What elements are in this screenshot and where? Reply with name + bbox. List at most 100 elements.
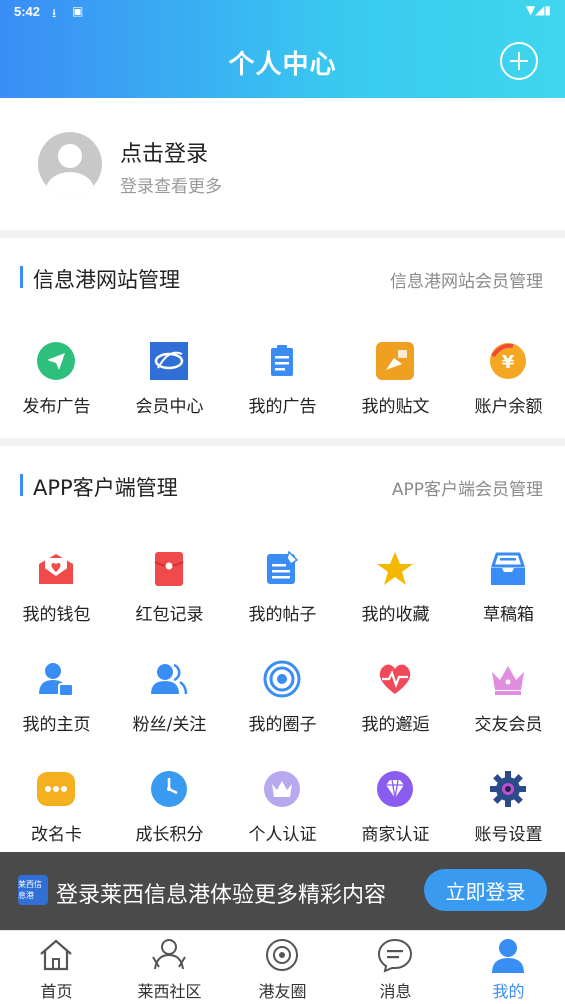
grid-item-inbox-tray[interactable]: 草稿箱	[452, 522, 565, 632]
grid-item-label: 我的邂逅	[361, 715, 430, 735]
grid-item-red-packet[interactable]: 红包记录	[113, 522, 226, 632]
section-title: APP客户端管理	[33, 476, 178, 500]
section-accent-bar	[20, 266, 23, 288]
community-icon	[151, 937, 187, 973]
grid-item-label: 成长积分	[135, 825, 204, 845]
red-packet-icon	[150, 550, 188, 588]
page-title: 个人中心	[228, 50, 337, 80]
diamond-icon	[376, 770, 414, 808]
add-button[interactable]	[500, 42, 538, 80]
download-icon: ⭳	[52, 6, 57, 20]
section-header: 信息港网站管理 信息港网站会员管理	[0, 238, 565, 314]
grid-item-label: 商家认证	[361, 825, 430, 845]
login-subtitle: 登录查看更多	[120, 177, 222, 197]
avatar-head-shape	[58, 144, 82, 168]
web-management-section: 信息港网站管理 信息港网站会员管理 发布广告 会员中心 我的广告 我的贴文 ¥ 账户余额	[0, 238, 565, 438]
app-logo: 莱西信息港	[18, 875, 48, 905]
inbox-tray-icon	[489, 550, 527, 588]
avatar-body-shape	[46, 172, 94, 196]
grid-item-label: 我的主页	[22, 715, 91, 735]
login-banner: 莱西信息港 登录莱西信息港体验更多精彩内容 立即登录	[0, 852, 565, 930]
grid-item-target-circle[interactable]: 我的圈子	[226, 632, 339, 742]
bottom-tab-bar: 首页 莱西社区 港友圈 消息 我的	[0, 930, 565, 1004]
grid-item-label: 草稿箱	[483, 605, 534, 625]
grid-item-users[interactable]: 粉丝/关注	[113, 632, 226, 742]
grid-item-label: 账号设置	[474, 825, 543, 845]
crown-badge-icon	[263, 770, 301, 808]
grid-item-label: 账户余额	[474, 397, 543, 417]
tab-label: 首页	[40, 982, 73, 1001]
grid-item-label: 我的贴文	[361, 397, 430, 417]
banner-text: 登录莱西信息港体验更多精彩内容	[56, 883, 387, 908]
grid-item-label: 交友会员	[474, 715, 543, 735]
user-card-icon	[37, 660, 75, 698]
login-now-button[interactable]: 立即登录	[424, 869, 547, 911]
member-center-logo-icon	[150, 342, 188, 380]
clock-icon	[150, 770, 188, 808]
target-circle-icon	[263, 660, 301, 698]
profile-icon	[490, 937, 526, 973]
send-icon	[37, 342, 75, 380]
grid-item-label: 红包记录	[135, 605, 204, 625]
grid-item-label: 我的收藏	[361, 605, 430, 625]
login-link[interactable]: 点击登录	[120, 136, 208, 168]
grid-item-card-dots[interactable]: 改名卡	[0, 742, 113, 852]
grid-item-label: 我的圈子	[248, 715, 317, 735]
status-bar: 5:42 ⭳ ▣ ▼◢▮	[0, 0, 565, 24]
heart-pulse-icon	[376, 660, 414, 698]
tab-community[interactable]: 莱西社区	[113, 931, 226, 1004]
tab-profile[interactable]: 我的	[452, 931, 565, 1004]
planet-icon	[264, 937, 300, 973]
svg-text:¥: ¥	[502, 352, 515, 373]
grid-item-crown-badge[interactable]: 个人认证	[226, 742, 339, 852]
notification-a-icon: ▣	[72, 4, 84, 18]
grid-item-label: 个人认证	[248, 825, 317, 845]
grid-item-label: 我的广告	[248, 397, 317, 417]
tab-message[interactable]: 消息	[339, 931, 452, 1004]
tab-planet[interactable]: 港友圈	[226, 931, 339, 1004]
grid-item-member-center-logo[interactable]: 会员中心	[113, 314, 226, 434]
grid-item-label: 改名卡	[31, 825, 82, 845]
grid-item-label: 我的钱包	[22, 605, 91, 625]
crown-icon	[489, 660, 527, 698]
grid-item-yen-coin[interactable]: ¥ 账户余额	[452, 314, 565, 434]
header-bar: 5:42 ⭳ ▣ ▼◢▮ 个人中心	[0, 0, 565, 98]
grid-item-envelope-heart[interactable]: 我的钱包	[0, 522, 113, 632]
message-icon	[377, 937, 413, 973]
tab-label: 港友圈	[258, 982, 307, 1001]
grid-item-star[interactable]: 我的收藏	[339, 522, 452, 632]
grid-item-diamond[interactable]: 商家认证	[339, 742, 452, 852]
grid-item-label: 发布广告	[22, 397, 91, 417]
tab-home[interactable]: 首页	[0, 931, 113, 1004]
home-icon	[38, 937, 74, 973]
tab-label: 莱西社区	[137, 982, 202, 1001]
section-accent-bar	[20, 474, 23, 496]
clipboard-icon	[263, 342, 301, 380]
envelope-heart-icon	[37, 550, 75, 588]
grid-item-clipboard[interactable]: 我的广告	[226, 314, 339, 434]
card-dots-icon	[37, 770, 75, 808]
tab-label: 我的	[492, 982, 525, 1001]
grid-item-edit-note[interactable]: 我的帖子	[226, 522, 339, 632]
web-member-management-link[interactable]: 信息港网站会员管理	[390, 267, 543, 292]
tab-label: 消息	[379, 982, 412, 1001]
signal-battery-icons: ▼◢▮	[525, 3, 551, 17]
profile-card[interactable]: 点击登录 登录查看更多	[0, 98, 565, 230]
post-icon	[376, 342, 414, 380]
section-header: APP客户端管理 APP客户端会员管理	[0, 446, 565, 522]
section-title: 信息港网站管理	[33, 268, 180, 292]
grid-item-send[interactable]: 发布广告	[0, 314, 113, 434]
star-icon	[376, 550, 414, 588]
app-member-management-link[interactable]: APP客户端会员管理	[392, 475, 543, 500]
app-management-section: APP客户端管理 APP客户端会员管理 我的钱包 红包记录 我的帖子 我的收藏 草稿箱我…	[0, 446, 565, 856]
grid-item-heart-pulse[interactable]: 我的邂逅	[339, 632, 452, 742]
grid-item-gear[interactable]: 账号设置	[452, 742, 565, 852]
avatar[interactable]	[38, 132, 102, 196]
grid-item-clock[interactable]: 成长积分	[113, 742, 226, 852]
edit-note-icon	[263, 550, 301, 588]
grid-item-crown[interactable]: 交友会员	[452, 632, 565, 742]
grid-item-label: 我的帖子	[248, 605, 317, 625]
users-icon	[150, 660, 188, 698]
grid-item-post[interactable]: 我的贴文	[339, 314, 452, 434]
grid-item-user-card[interactable]: 我的主页	[0, 632, 113, 742]
